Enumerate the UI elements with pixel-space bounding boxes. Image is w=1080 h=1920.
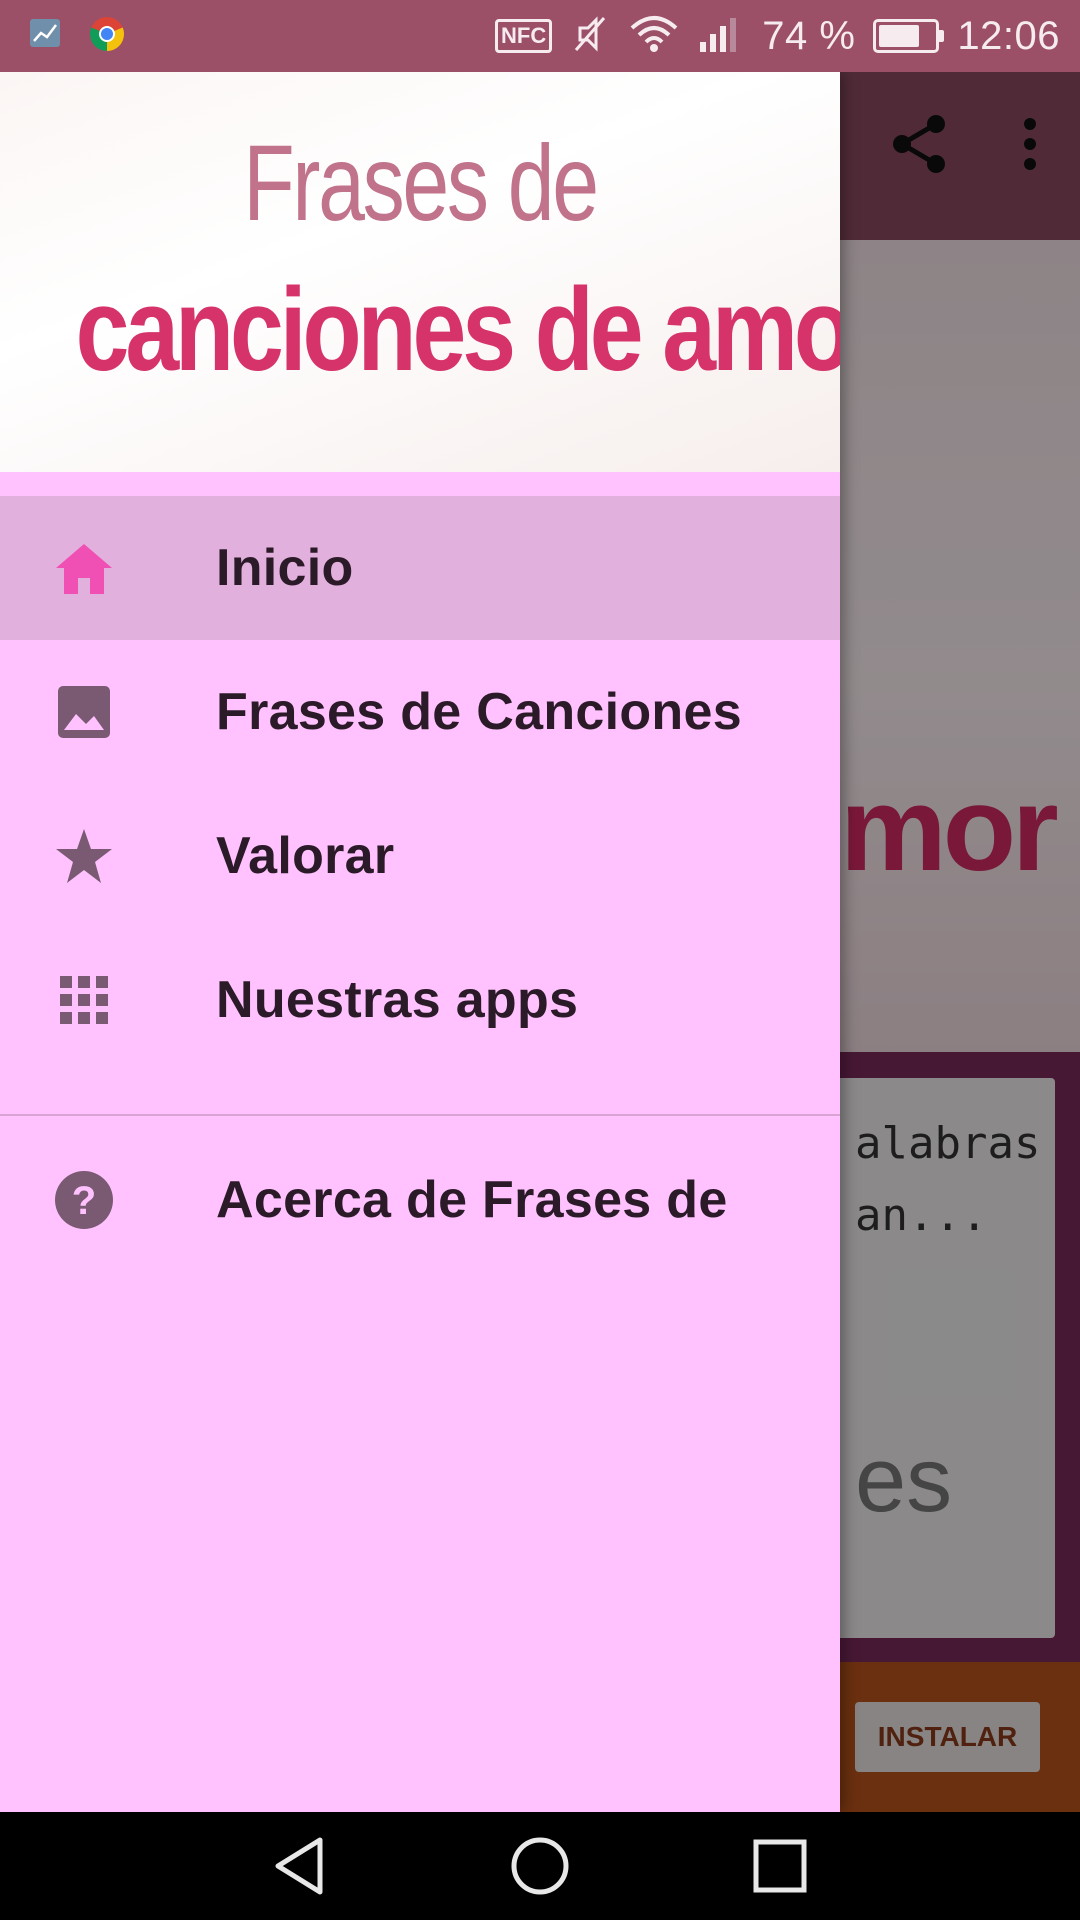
navigation-drawer: Frases de canciones de amor Inicio Frase… [0, 72, 840, 1812]
wifi-icon [628, 14, 680, 59]
chrome-icon [88, 15, 126, 58]
clock: 12:06 [957, 13, 1060, 58]
stats-app-icon [28, 17, 62, 56]
drawer-header-image: Frases de canciones de amor [0, 72, 840, 472]
star-icon [54, 826, 114, 886]
system-icons: NFC 74 % 12:06 [495, 0, 1060, 72]
notification-icons [28, 14, 126, 58]
drawer-item-label: Nuestras apps [216, 971, 579, 1029]
drawer-spacer [0, 472, 840, 496]
drawer-item-label: Frases de Canciones [216, 683, 742, 741]
drawer-item-acerca-de[interactable]: ? Acerca de Frases de [0, 1128, 840, 1272]
home-circle-icon[interactable] [510, 1836, 570, 1896]
home-icon [54, 538, 114, 598]
apps-grid-icon [54, 970, 114, 1030]
battery-fill [879, 25, 920, 47]
svg-text:?: ? [72, 1179, 96, 1223]
drawer-item-nuestras-apps[interactable]: Nuestras apps [0, 928, 840, 1072]
battery-icon [873, 19, 945, 53]
battery-percent: 74 % [762, 13, 856, 58]
drawer-item-label: Valorar [216, 827, 395, 885]
drawer-secondary-menu: ? Acerca de Frases de [0, 1128, 840, 1272]
drawer-item-inicio[interactable]: Inicio [0, 496, 840, 640]
header-title-line1: Frases de [243, 122, 599, 243]
drawer-item-frases-de-canciones[interactable]: Frases de Canciones [0, 640, 840, 784]
nfc-icon: NFC [495, 19, 553, 53]
recents-icon[interactable] [750, 1836, 810, 1896]
drawer-item-valorar[interactable]: Valorar [0, 784, 840, 928]
image-icon [54, 682, 114, 742]
system-nav-bar [0, 1812, 1080, 1920]
drawer-menu: Inicio Frases de Canciones Valorar Nuest… [0, 496, 840, 1272]
mute-icon [570, 14, 610, 59]
signal-icon [698, 14, 744, 59]
help-icon: ? [54, 1170, 114, 1230]
header-title-line2: canciones de amor [75, 264, 840, 396]
drawer-divider [0, 1114, 840, 1116]
drawer-item-label: Inicio [216, 539, 354, 597]
status-bar: NFC 74 % 12:06 [0, 0, 1080, 72]
back-icon[interactable] [270, 1836, 330, 1896]
drawer-item-label: Acerca de Frases de [216, 1171, 728, 1229]
